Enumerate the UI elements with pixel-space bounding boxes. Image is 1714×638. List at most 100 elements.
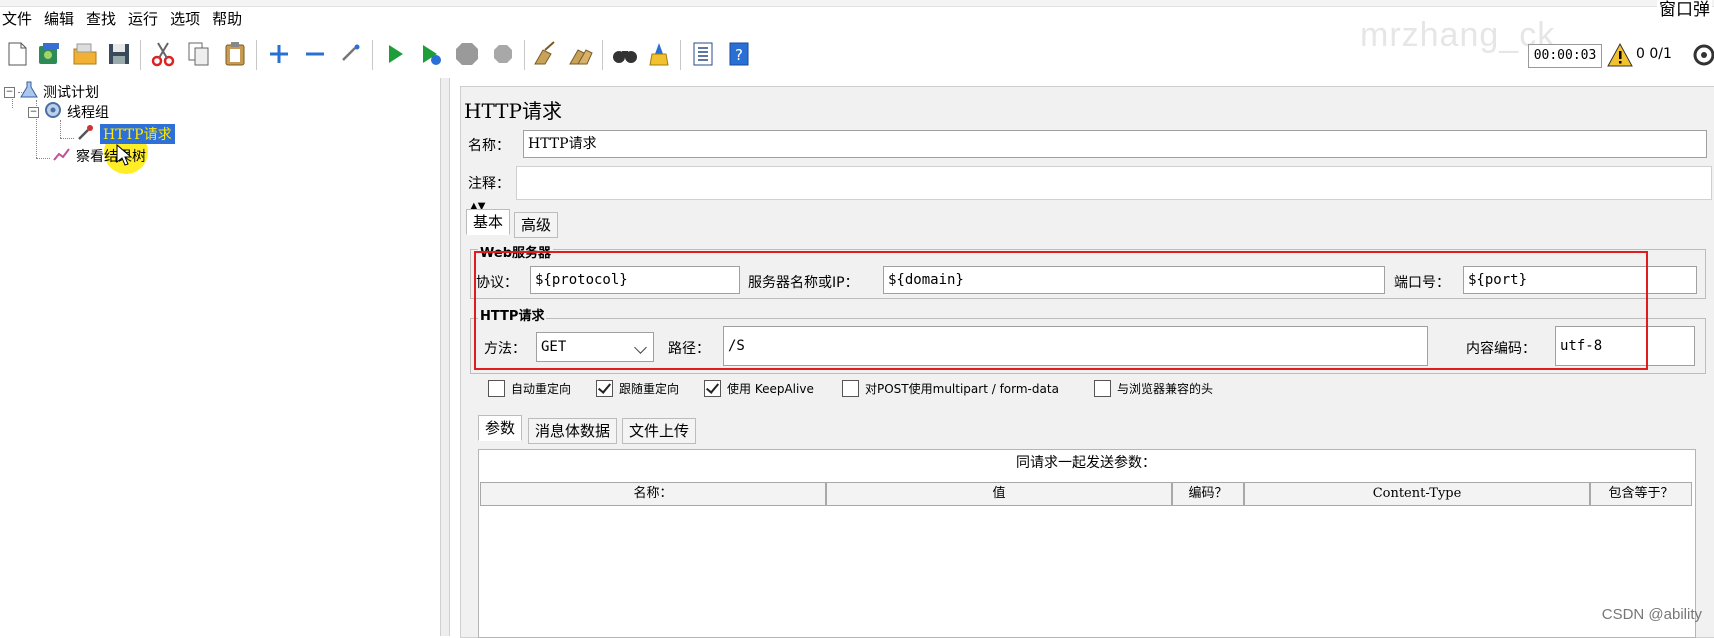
checkbox-browser-headers[interactable]: 与浏览器兼容的头 bbox=[1094, 380, 1213, 397]
menu-edit[interactable]: 编辑 bbox=[38, 6, 80, 32]
title-strip bbox=[0, 0, 1714, 7]
start-icon[interactable] bbox=[380, 39, 410, 69]
server-input[interactable]: ${domain} bbox=[883, 266, 1385, 294]
tree-label: 测试计划 bbox=[43, 85, 99, 101]
column-header-encode[interactable]: 编码？ bbox=[1172, 482, 1244, 506]
port-input[interactable]: ${port} bbox=[1463, 266, 1697, 294]
column-header-content-type[interactable]: Content-Type bbox=[1244, 482, 1590, 506]
comment-input[interactable] bbox=[516, 166, 1712, 200]
save-icon[interactable] bbox=[104, 39, 134, 69]
column-header-value[interactable]: 值 bbox=[826, 482, 1172, 506]
checkbox-auto-redirect[interactable]: 自动重定向 bbox=[488, 380, 571, 397]
menu-search[interactable]: 查找 bbox=[80, 6, 122, 32]
checkbox-multipart[interactable]: 对POST使用multipart / form-data bbox=[842, 380, 1059, 397]
checkbox-box[interactable] bbox=[842, 380, 859, 397]
path-label: 路径： bbox=[668, 341, 710, 357]
comment-label: 注释： bbox=[468, 176, 510, 192]
encoding-label: 内容编码： bbox=[1466, 341, 1536, 357]
copy-icon[interactable] bbox=[184, 39, 214, 69]
path-input[interactable]: /S bbox=[723, 326, 1428, 366]
cut-icon[interactable] bbox=[148, 39, 178, 69]
menu-bar: 文件 编辑 查找 运行 选项 帮助 bbox=[0, 6, 248, 32]
parameters-caption: 同请求一起发送参数： bbox=[1016, 455, 1156, 471]
tab-file-upload[interactable]: 文件上传 bbox=[622, 418, 697, 444]
tree-label-selected: HTTP请求 bbox=[100, 124, 175, 144]
column-header-include-equals[interactable]: 包含等于？ bbox=[1590, 482, 1692, 506]
footer-watermark: CSDN @ability bbox=[1601, 606, 1702, 623]
tree-label: 线程组 bbox=[67, 105, 109, 121]
help-icon[interactable]: ? bbox=[724, 39, 754, 69]
svg-text:?: ? bbox=[735, 46, 743, 64]
checkbox-box[interactable] bbox=[1094, 380, 1111, 397]
shutdown-icon[interactable] bbox=[488, 39, 518, 69]
http-request-group-title: HTTP请求 bbox=[478, 305, 547, 324]
menu-file[interactable]: 文件 bbox=[0, 6, 38, 32]
checkbox-box[interactable] bbox=[596, 380, 613, 397]
tree-node-thread-group[interactable]: − 线程组 bbox=[28, 102, 109, 122]
checkbox-keepalive[interactable]: 使用 KeepAlive bbox=[704, 380, 814, 397]
mouse-cursor-icon bbox=[116, 143, 133, 170]
chart-icon bbox=[52, 145, 72, 167]
checkbox-label: 与浏览器兼容的头 bbox=[1117, 382, 1214, 396]
warning-icon[interactable] bbox=[1606, 42, 1634, 72]
method-value: GET bbox=[541, 339, 567, 355]
open-icon[interactable] bbox=[70, 39, 100, 69]
paste-icon[interactable] bbox=[220, 39, 250, 69]
chevron-down-icon bbox=[634, 341, 647, 354]
parameters-table bbox=[478, 449, 1696, 638]
checkbox-label: 跟随重定向 bbox=[619, 382, 680, 396]
collapse-toggle[interactable]: − bbox=[28, 106, 39, 118]
panel-title: HTTP请求 bbox=[464, 99, 562, 123]
method-select[interactable]: GET bbox=[536, 332, 654, 362]
name-label: 名称： bbox=[468, 138, 510, 154]
protocol-input[interactable]: ${protocol} bbox=[530, 266, 740, 294]
tab-basic[interactable]: 基本 bbox=[466, 209, 511, 235]
checkbox-box[interactable] bbox=[488, 380, 505, 397]
menu-options[interactable]: 选项 bbox=[164, 6, 206, 32]
pipette-icon bbox=[76, 123, 96, 145]
tree-node-test-plan[interactable]: − 测试计划 bbox=[4, 81, 99, 103]
checkbox-follow-redirect[interactable]: 跟随重定向 bbox=[596, 380, 679, 397]
tab-advanced[interactable]: 高级 bbox=[514, 212, 559, 238]
checkbox-label: 对POST使用multipart / form-data bbox=[865, 382, 1059, 396]
new-icon[interactable] bbox=[2, 39, 32, 69]
collapse-toggle[interactable]: − bbox=[4, 86, 15, 98]
checkbox-label: 使用 KeepAlive bbox=[727, 382, 814, 396]
gear-icon bbox=[43, 101, 63, 123]
stop-icon[interactable] bbox=[452, 39, 482, 69]
toolbar: ? bbox=[0, 36, 1714, 74]
templates-icon[interactable] bbox=[34, 39, 64, 69]
reset-search-icon[interactable] bbox=[644, 39, 674, 69]
table-header: 名称： 值 编码？ Content-Type 包含等于？ bbox=[480, 482, 1692, 506]
toggle-icon[interactable] bbox=[336, 39, 366, 69]
gear-icon[interactable] bbox=[1690, 42, 1714, 72]
search-icon[interactable] bbox=[610, 39, 640, 69]
clear-all-icon[interactable] bbox=[566, 39, 596, 69]
start-no-pause-icon[interactable] bbox=[416, 39, 446, 69]
checkbox-label: 自动重定向 bbox=[511, 382, 572, 396]
thread-count: 0 0/1 bbox=[1636, 46, 1672, 62]
protocol-label: 协议： bbox=[476, 275, 518, 291]
server-label: 服务器名称或IP： bbox=[748, 275, 859, 291]
tab-body-data[interactable]: 消息体数据 bbox=[528, 418, 618, 444]
flask-icon bbox=[19, 81, 39, 103]
collapse-icon[interactable] bbox=[300, 39, 330, 69]
tree-node-http-request[interactable]: HTTP请求 bbox=[76, 124, 175, 144]
tab-parameters[interactable]: 参数 bbox=[478, 415, 523, 441]
window-popup-label: 窗口弹 bbox=[1657, 0, 1712, 20]
expand-icon[interactable] bbox=[264, 39, 294, 69]
encoding-input[interactable]: utf-8 bbox=[1555, 326, 1695, 366]
menu-help[interactable]: 帮助 bbox=[206, 6, 248, 32]
elapsed-timer: 00:00:03 bbox=[1528, 44, 1602, 68]
name-input[interactable]: HTTP请求 bbox=[523, 130, 1707, 158]
menu-run[interactable]: 运行 bbox=[122, 6, 164, 32]
port-label: 端口号： bbox=[1394, 275, 1450, 291]
tree-label: 察看结果树 bbox=[76, 149, 146, 165]
clear-icon[interactable] bbox=[530, 39, 560, 69]
web-server-group-title: Web服务器 bbox=[478, 242, 553, 261]
method-label: 方法： bbox=[484, 341, 526, 357]
pane-splitter[interactable] bbox=[440, 78, 450, 636]
checkbox-box[interactable] bbox=[704, 380, 721, 397]
column-header-name[interactable]: 名称： bbox=[480, 482, 826, 506]
function-helper-icon[interactable] bbox=[688, 39, 718, 69]
